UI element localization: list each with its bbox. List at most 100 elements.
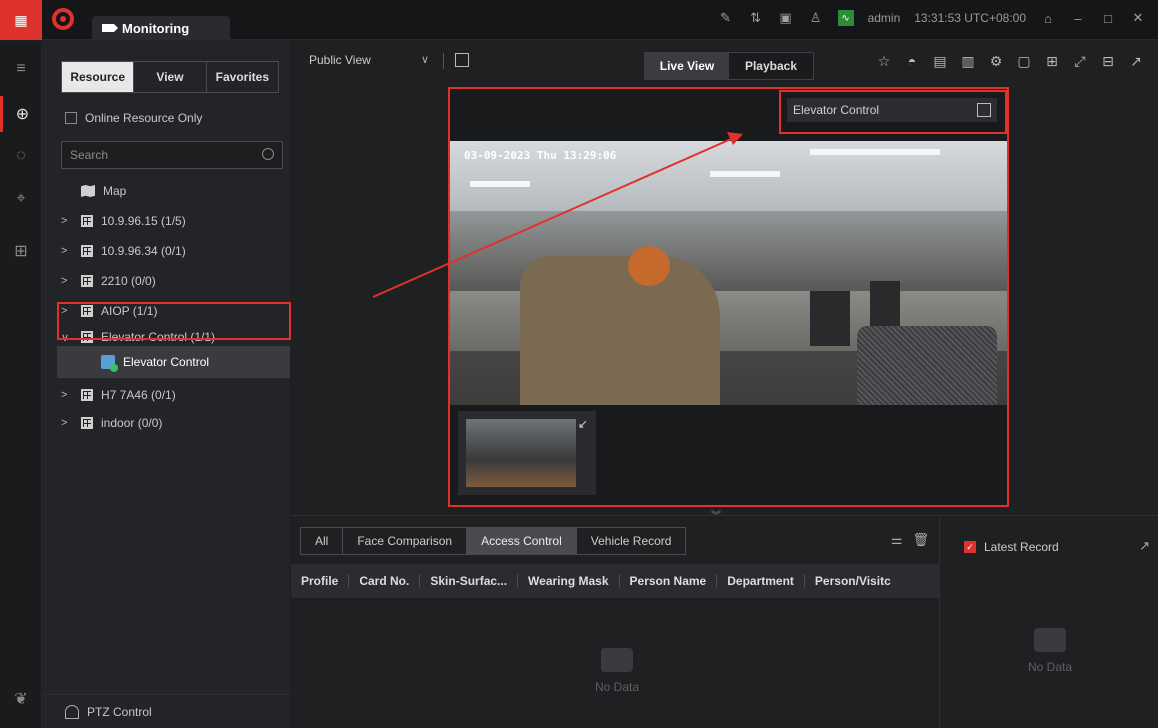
empty-state: No Data	[1020, 628, 1080, 674]
transfer-icon[interactable]: ⇅	[748, 10, 764, 26]
app-menu-button[interactable]: ▦	[0, 0, 42, 40]
ptz-view-icon[interactable]: ◓	[904, 53, 920, 70]
ceiling-light	[710, 171, 780, 177]
person-scan-icon[interactable]: ⌖	[0, 181, 42, 217]
view-tools: ☆ ◓ ▤ ▥ ⚙ ▢ ⊞ ⤢ ⊟ ↗	[876, 53, 1144, 70]
tab-access-control[interactable]: Access Control	[467, 528, 577, 554]
resource-segment-control: Resource View Favorites	[61, 61, 279, 93]
segment-favorites[interactable]: Favorites	[207, 62, 278, 92]
chevron-right-icon[interactable]: >	[61, 215, 75, 227]
video-chair-cover	[520, 256, 720, 405]
empty-box-icon	[601, 648, 633, 672]
latest-record-label: Latest Record	[984, 540, 1059, 554]
fullscreen-icon[interactable]: ⤢	[1072, 53, 1088, 70]
column-header[interactable]: Card No.	[349, 574, 421, 588]
title-bar: ▦ Monitoring ✎ ⇅ ▣ ♙ ∿ admin 13:31:53 UT…	[0, 0, 1158, 40]
minimize-icon[interactable]: –	[1070, 10, 1086, 26]
maximize-icon[interactable]: □	[1100, 10, 1116, 26]
alarm-icon[interactable]: ♙	[808, 10, 824, 26]
save-view-icon[interactable]	[455, 53, 469, 67]
leaf-icon[interactable]: ❦	[0, 681, 42, 717]
tree-item-area[interactable]: > 10.9.96.15 (1/5)	[61, 209, 281, 233]
tree-item-elevator-control[interactable]: Elevator Control	[101, 350, 321, 374]
tree-item-area[interactable]: > indoor (0/0)	[61, 411, 281, 435]
event-tabs: All Face Comparison Access Control Vehic…	[300, 527, 687, 555]
chevron-right-icon[interactable]: >	[61, 245, 75, 257]
ptz-control-button[interactable]: PTZ Control	[43, 694, 290, 728]
health-icon[interactable]: ∿	[837, 10, 854, 26]
close-icon[interactable]: ✕	[1130, 10, 1146, 26]
column-header[interactable]: Person Name	[620, 574, 718, 588]
search-input[interactable]: Search	[61, 141, 283, 169]
checkbox-box[interactable]	[65, 112, 77, 124]
pip-preview[interactable]: ↙	[458, 411, 596, 495]
capture-icon[interactable]: ▤	[932, 53, 948, 70]
tree-item-area[interactable]: > 2210 (0/0)	[61, 269, 281, 293]
checkbox-checked[interactable]: ✓	[964, 541, 976, 553]
globe-icon[interactable]: ⊕	[0, 96, 42, 132]
column-header[interactable]: Wearing Mask	[518, 574, 620, 588]
window-icon[interactable]: ▢	[1016, 53, 1032, 70]
layout-icon[interactable]: ⊞	[0, 233, 42, 269]
tab-vehicle-record[interactable]: Vehicle Record	[577, 528, 686, 554]
column-header[interactable]: Skin-Surfac...	[420, 574, 519, 588]
column-header[interactable]: Profile	[291, 574, 350, 588]
video-monitor	[810, 291, 850, 346]
resource-panel: Resource View Favorites Online Resource …	[43, 41, 333, 728]
latest-record-toggle[interactable]: ✓ Latest Record	[964, 540, 1059, 554]
calendar-icon[interactable]: ▣	[778, 10, 794, 26]
activity-icon[interactable]: ◌	[0, 138, 42, 174]
event-tools: ⚌ 🗑	[891, 532, 929, 548]
building-icon	[81, 245, 93, 257]
divider	[443, 53, 444, 69]
empty-box-icon	[1034, 628, 1066, 652]
tab-face-comparison[interactable]: Face Comparison	[343, 528, 468, 554]
main-area: Public View ∨ Live View Playback ☆ ◓ ▤ ▥…	[291, 41, 1158, 728]
column-header[interactable]: Department	[717, 574, 805, 588]
search-icon[interactable]	[262, 148, 274, 160]
segment-resource[interactable]: Resource	[62, 62, 135, 92]
tree-item-map[interactable]: Map	[61, 179, 281, 203]
user-name[interactable]: admin	[868, 11, 901, 25]
online-only-checkbox[interactable]: Online Resource Only	[65, 111, 202, 125]
grid-layout-icon[interactable]: ⊞	[1044, 53, 1060, 70]
search-placeholder: Search	[70, 148, 109, 162]
empty-state: No Data	[587, 648, 647, 694]
menu-icon[interactable]: ≡	[0, 51, 42, 87]
mode-switch: Live View Playback	[644, 52, 814, 80]
video-person-head	[628, 246, 670, 286]
trash-icon[interactable]: 🗑	[912, 532, 929, 548]
tree-item-label: 10.9.96.15 (1/5)	[101, 214, 186, 228]
view-selector[interactable]: Public View	[309, 53, 371, 67]
lock-icon[interactable]: ⌂	[1040, 10, 1056, 26]
popout-icon[interactable]: ↗	[1139, 538, 1150, 554]
ceiling-light	[470, 181, 530, 187]
ceiling-light	[810, 149, 940, 155]
ptz-icon	[65, 704, 79, 719]
chevron-right-icon[interactable]: >	[61, 417, 75, 429]
tree-item-area[interactable]: > 10.9.96.34 (0/1)	[61, 239, 281, 263]
tab-all[interactable]: All	[301, 528, 344, 554]
chevron-down-icon[interactable]: ∨	[421, 53, 429, 66]
elevator-control-icon	[101, 355, 118, 372]
record-icon[interactable]: ▥	[960, 53, 976, 70]
video-timestamp: 03-09-2023 Thu 13:29:06	[464, 149, 617, 162]
chevron-right-icon[interactable]: >	[61, 389, 75, 401]
column-header[interactable]: Person/Visitc	[805, 574, 895, 588]
tree-item-area[interactable]: > H7 7A46 (0/1)	[61, 383, 281, 407]
camera-icon	[102, 24, 118, 32]
filter-icon[interactable]: ⚌	[891, 532, 903, 548]
shrink-icon[interactable]: ↙	[578, 417, 588, 431]
chevron-right-icon[interactable]: >	[61, 275, 75, 287]
settings-icon[interactable]: ⚙	[988, 53, 1004, 70]
playback-button[interactable]: Playback	[729, 53, 813, 79]
grid-icon: ▦	[14, 11, 28, 28]
video-window[interactable]: Elevator Control 03-09-2023 Thu 13:29:06…	[448, 87, 1009, 507]
segment-view[interactable]: View	[134, 62, 207, 92]
tools-icon[interactable]: ✎	[718, 10, 734, 26]
split-icon[interactable]: ⊟	[1100, 53, 1116, 70]
popout-icon[interactable]: ↗	[1128, 53, 1144, 70]
tab-monitoring[interactable]: Monitoring	[92, 16, 230, 40]
star-icon[interactable]: ☆	[876, 53, 892, 70]
live-view-button[interactable]: Live View	[645, 53, 729, 79]
